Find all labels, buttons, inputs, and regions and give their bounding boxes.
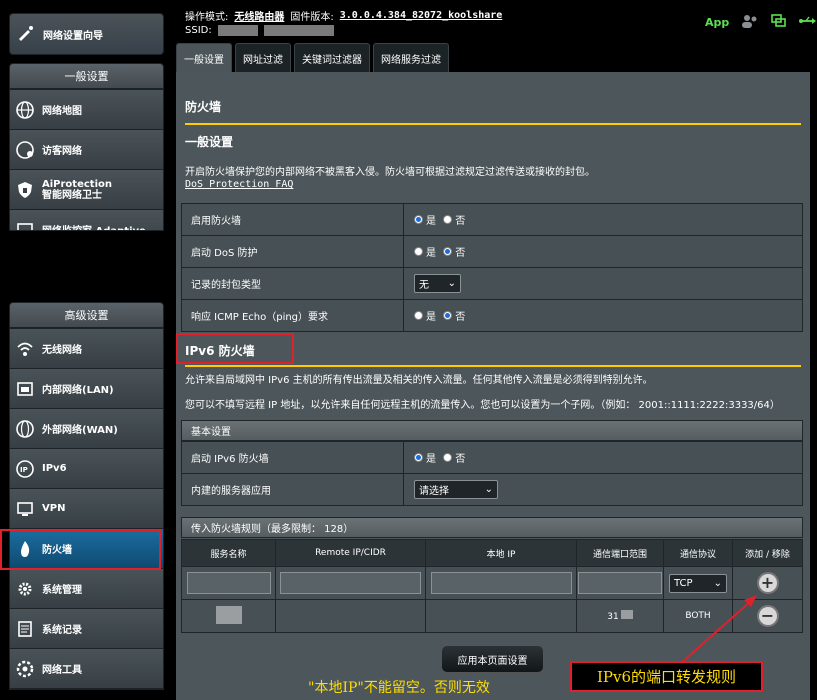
annotation-arrow xyxy=(679,595,757,665)
annotation-label: IPv6的端口转发规则 xyxy=(570,661,763,692)
annotation-note: "本地IP"不能留空。否则无效 xyxy=(308,680,490,696)
